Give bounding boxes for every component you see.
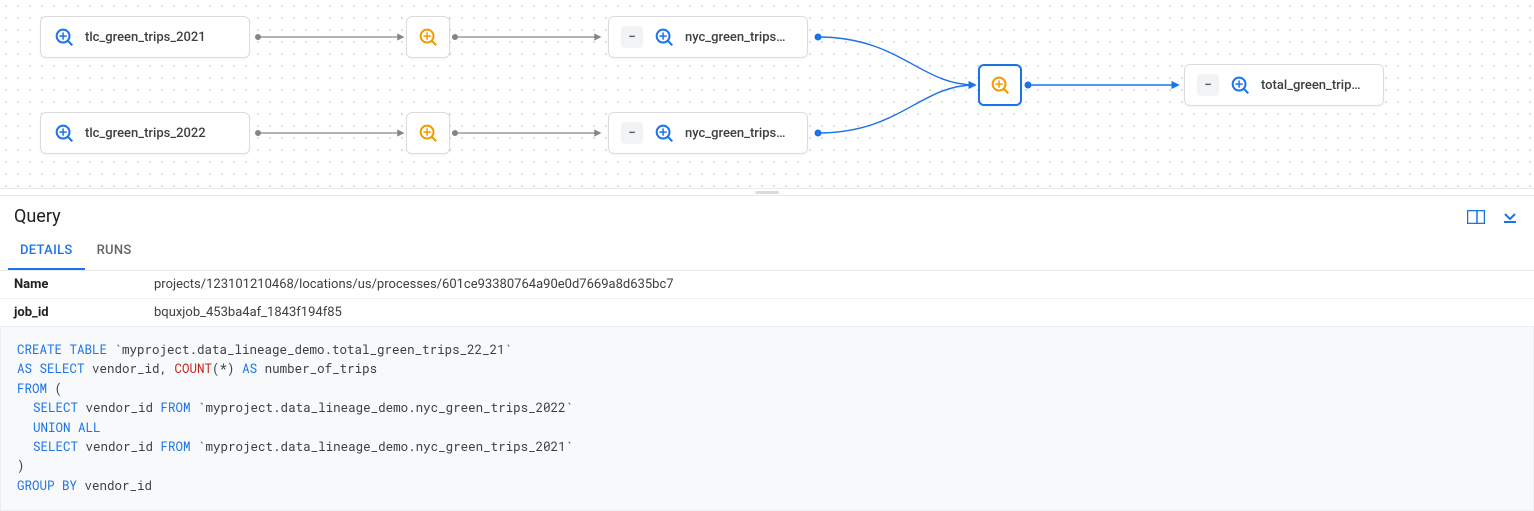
- lineage-node-intermediate[interactable]: − nyc_green_trips…: [608, 16, 808, 58]
- detail-key: job_id: [0, 299, 140, 327]
- node-label: tlc_green_trips_2022: [85, 126, 206, 141]
- detail-value: projects/123101210468/locations/us/proce…: [140, 271, 1534, 299]
- collapse-icon: −: [1197, 74, 1219, 96]
- detail-key: Name: [0, 271, 140, 299]
- bigquery-icon: [53, 26, 75, 48]
- lineage-node-source[interactable]: tlc_green_trips_2021: [40, 16, 250, 58]
- bigquery-icon: [653, 122, 675, 144]
- panel-tabs: DETAILS RUNS: [0, 233, 1534, 271]
- lineage-node-process-selected[interactable]: [978, 64, 1022, 106]
- details-table: Name projects/123101210468/locations/us/…: [0, 271, 1534, 327]
- process-icon: [417, 122, 439, 144]
- collapse-icon: −: [621, 122, 643, 144]
- lineage-node-process[interactable]: [406, 112, 450, 154]
- process-icon: [989, 74, 1011, 96]
- panel-title: Query: [14, 206, 61, 227]
- table-row: job_id bquxjob_453ba4af_1843f194f85: [0, 299, 1534, 327]
- lineage-node-output[interactable]: − total_green_trip…: [1184, 64, 1384, 106]
- bigquery-icon: [53, 122, 75, 144]
- lineage-node-intermediate[interactable]: − nyc_green_trips…: [608, 112, 808, 154]
- bigquery-icon: [653, 26, 675, 48]
- lineage-canvas[interactable]: tlc_green_trips_2021 tlc_green_trips_202…: [0, 0, 1534, 188]
- node-label: total_green_trip…: [1261, 78, 1361, 93]
- node-label: tlc_green_trips_2021: [85, 30, 206, 45]
- bigquery-icon: [1229, 74, 1251, 96]
- panel-resize-handle[interactable]: [0, 188, 1534, 196]
- node-label: nyc_green_trips…: [685, 126, 785, 141]
- table-row: Name projects/123101210468/locations/us/…: [0, 271, 1534, 299]
- detail-value: bquxjob_453ba4af_1843f194f85: [140, 299, 1534, 327]
- lineage-node-process[interactable]: [406, 16, 450, 58]
- process-icon: [417, 26, 439, 48]
- panel-collapse-icon[interactable]: [1500, 207, 1520, 227]
- panel-layout-icon[interactable]: [1466, 207, 1486, 227]
- lineage-node-source[interactable]: tlc_green_trips_2022: [40, 112, 250, 154]
- sql-preview: CREATE TABLE `myproject.data_lineage_dem…: [0, 327, 1534, 511]
- tab-runs[interactable]: RUNS: [85, 233, 144, 270]
- collapse-icon: −: [621, 26, 643, 48]
- tab-details[interactable]: DETAILS: [8, 233, 85, 270]
- node-label: nyc_green_trips…: [685, 30, 785, 45]
- details-panel: Query DETAILS RUNS Name projects/1231012…: [0, 196, 1534, 511]
